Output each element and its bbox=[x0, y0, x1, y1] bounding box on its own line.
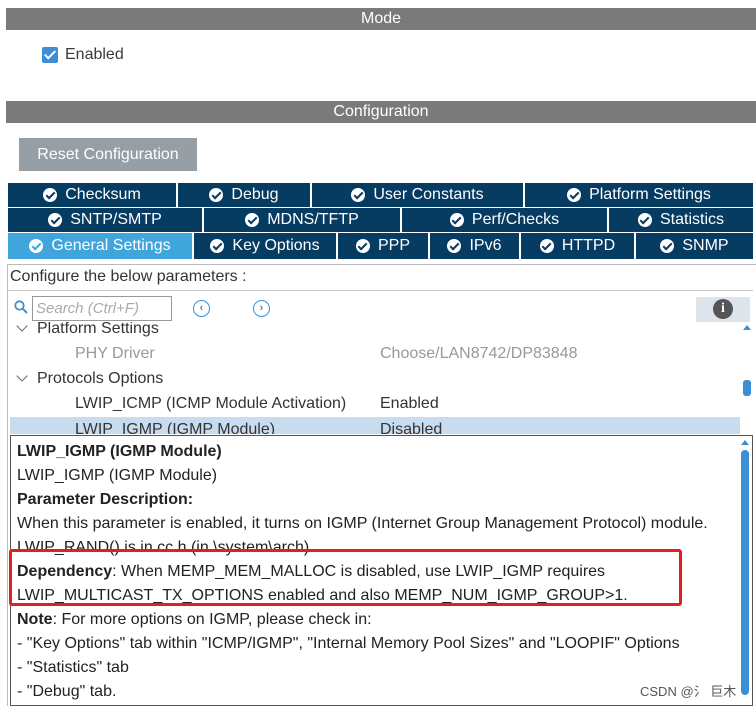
tree-group-platform-settings[interactable]: Platform Settings bbox=[10, 322, 740, 341]
param-name: PHY Driver bbox=[75, 345, 155, 362]
tab-label: SNMP bbox=[682, 237, 729, 254]
tab-debug[interactable]: Debug bbox=[178, 183, 312, 207]
tree-row-phy-driver[interactable]: PHY Driver Choose/LAN8742/DP83848 bbox=[10, 341, 740, 366]
scroll-up-icon[interactable] bbox=[741, 440, 749, 445]
enabled-checkbox-row[interactable]: Enabled bbox=[42, 46, 124, 64]
tab-ppp[interactable]: PPP bbox=[338, 233, 430, 259]
description-scrollbar[interactable] bbox=[740, 440, 750, 702]
parameters-header: Configure the below parameters : bbox=[10, 268, 247, 285]
tab-httpd[interactable]: HTTPD bbox=[521, 233, 636, 259]
tab-label: IPv6 bbox=[469, 237, 502, 254]
tab-label: User Constants bbox=[373, 186, 484, 203]
chevron-down-icon[interactable] bbox=[16, 322, 28, 332]
check-circle-icon bbox=[209, 188, 224, 202]
tree-group-label: Platform Settings bbox=[37, 322, 159, 337]
note-item: - "Key Options" tab within "ICMP/IGMP", … bbox=[17, 635, 680, 652]
tree-row-lwip-icmp[interactable]: LWIP_ICMP (ICMP Module Activation) Enabl… bbox=[10, 391, 740, 416]
mode-header: Mode bbox=[6, 8, 756, 30]
param-name: LWIP_IGMP (IGMP Module) bbox=[75, 421, 276, 434]
check-circle-icon bbox=[351, 188, 366, 202]
parameter-tree: Platform Settings PHY Driver Choose/LAN8… bbox=[10, 322, 740, 434]
tab-label: Statistics bbox=[659, 211, 724, 228]
check-circle-icon bbox=[449, 213, 464, 227]
tab-label: Debug bbox=[231, 186, 279, 203]
parameter-description-label: Parameter Description: bbox=[17, 491, 194, 508]
note-text: : For more options on IGMP, please check… bbox=[52, 611, 372, 628]
tab-perf-checks[interactable]: Perf/Checks bbox=[402, 208, 609, 232]
check-circle-icon bbox=[447, 239, 462, 253]
param-value[interactable]: Choose/LAN8742/DP83848 bbox=[380, 341, 577, 366]
note-item: - "Debug" tab. bbox=[17, 683, 117, 700]
tab-row-1: Checksum Debug User Constants Platform S… bbox=[8, 183, 753, 207]
tree-group-protocols-options[interactable]: Protocols Options bbox=[10, 366, 740, 391]
tree-row-lwip-igmp[interactable]: LWIP_IGMP (IGMP Module) Disabled bbox=[10, 417, 740, 434]
tab-statistics[interactable]: Statistics bbox=[609, 208, 753, 232]
tab-row-3: General Settings Key Options PPP IPv6 HT… bbox=[8, 233, 753, 259]
parameter-description-text: When this parameter is enabled, it turns… bbox=[17, 515, 708, 532]
watermark: CSDN @氵 巨木 bbox=[640, 684, 737, 699]
tab-label: Key Options bbox=[232, 237, 320, 254]
check-circle-icon bbox=[637, 213, 652, 227]
reset-configuration-button[interactable]: Reset Configuration bbox=[19, 138, 197, 171]
tab-sntp-smtp[interactable]: SNTP/SMTP bbox=[8, 208, 204, 232]
tab-row-2: SNTP/SMTP MDNS/TFTP Perf/Checks Statisti… bbox=[8, 208, 753, 232]
param-value[interactable]: Disabled bbox=[380, 417, 442, 434]
tab-ipv6[interactable]: IPv6 bbox=[430, 233, 521, 259]
tree-group-label: Protocols Options bbox=[37, 370, 164, 387]
search-icon bbox=[14, 300, 28, 314]
description-subtitle: LWIP_IGMP (IGMP Module) bbox=[17, 467, 218, 484]
info-button[interactable]: i bbox=[696, 297, 750, 322]
scrollbar-thumb[interactable] bbox=[741, 450, 749, 695]
note-label: Note bbox=[17, 611, 53, 628]
tab-label: PPP bbox=[377, 237, 410, 254]
check-circle-icon bbox=[539, 239, 554, 253]
param-name: LWIP_ICMP (ICMP Module Activation) bbox=[75, 395, 347, 412]
tab-key-options[interactable]: Key Options bbox=[194, 233, 338, 259]
tab-label: Checksum bbox=[65, 186, 141, 203]
next-match-icon[interactable]: › bbox=[253, 300, 270, 317]
tab-mdns-tftp[interactable]: MDNS/TFTP bbox=[204, 208, 402, 232]
check-circle-icon bbox=[567, 188, 582, 202]
previous-match-icon[interactable]: ‹ bbox=[193, 300, 210, 317]
tab-snmp[interactable]: SNMP bbox=[636, 233, 753, 259]
check-circle-icon bbox=[43, 188, 58, 202]
scroll-up-icon[interactable] bbox=[743, 325, 751, 330]
tab-checksum[interactable]: Checksum bbox=[8, 183, 178, 207]
tree-scrollbar[interactable] bbox=[742, 325, 752, 429]
tab-platform-settings[interactable]: Platform Settings bbox=[525, 183, 753, 207]
dependency-highlight-box bbox=[9, 549, 682, 606]
check-circle-icon bbox=[29, 239, 44, 253]
tab-label: General Settings bbox=[51, 237, 171, 254]
scrollbar-thumb[interactable] bbox=[743, 380, 751, 396]
note-item: - "Statistics" tab bbox=[17, 659, 129, 676]
enabled-checkbox[interactable] bbox=[42, 47, 58, 63]
param-value[interactable]: Enabled bbox=[380, 391, 439, 416]
tab-general-settings[interactable]: General Settings bbox=[8, 233, 194, 259]
chevron-down-icon[interactable] bbox=[16, 370, 28, 382]
tab-label: Platform Settings bbox=[589, 186, 711, 203]
configuration-header: Configuration bbox=[6, 101, 756, 123]
check-circle-icon bbox=[245, 213, 260, 227]
check-circle-icon bbox=[660, 239, 675, 253]
tab-label: HTTPD bbox=[561, 237, 616, 254]
tab-label: MDNS/TFTP bbox=[267, 211, 359, 228]
check-circle-icon bbox=[210, 239, 225, 253]
check-circle-icon bbox=[355, 239, 370, 253]
description-title: LWIP_IGMP (IGMP Module) bbox=[17, 443, 222, 460]
tab-label: SNTP/SMTP bbox=[70, 211, 162, 228]
enabled-label: Enabled bbox=[65, 46, 124, 63]
tab-user-constants[interactable]: User Constants bbox=[312, 183, 525, 207]
tab-label: Perf/Checks bbox=[471, 211, 560, 228]
check-circle-icon bbox=[48, 213, 63, 227]
search-input[interactable] bbox=[32, 296, 172, 321]
divider bbox=[8, 290, 753, 291]
info-icon: i bbox=[713, 299, 733, 319]
